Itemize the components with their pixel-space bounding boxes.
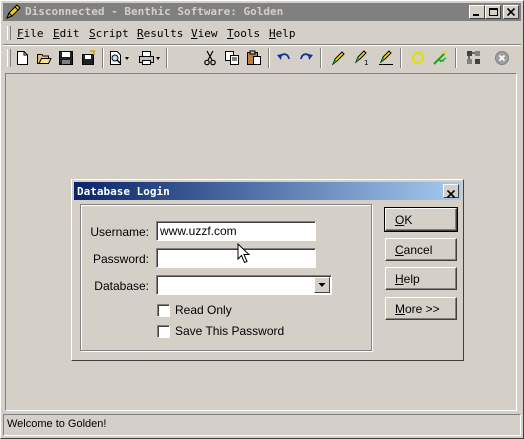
toolbar: 1 xyxy=(3,45,521,71)
save-icon[interactable] xyxy=(57,49,75,67)
undo-icon[interactable] xyxy=(275,49,293,67)
read-only-checkbox[interactable] xyxy=(157,304,170,317)
window-title: Disconnected - Benthic Software: Golden xyxy=(25,5,284,18)
help-button[interactable]: Help xyxy=(385,267,457,290)
save-password-checkbox[interactable] xyxy=(157,325,170,338)
commit-icon[interactable] xyxy=(409,49,427,67)
database-login-dialog: Database Login Username: www.uzzf.com Pa… xyxy=(71,179,464,361)
cancel-icon[interactable] xyxy=(493,49,511,67)
maximize-button[interactable] xyxy=(485,5,501,19)
copy-icon[interactable] xyxy=(223,49,241,67)
toolbar-separator xyxy=(102,48,104,68)
password-field[interactable] xyxy=(156,248,316,268)
dialog-titlebar[interactable]: Database Login xyxy=(74,182,461,200)
app-pencil-icon xyxy=(5,4,21,20)
database-combobox[interactable] xyxy=(156,275,332,295)
dialog-title: Database Login xyxy=(77,185,170,198)
print-preview-icon[interactable] xyxy=(107,49,133,67)
read-only-label[interactable]: Read Only xyxy=(175,303,232,317)
close-button[interactable] xyxy=(503,5,519,19)
paste-icon[interactable] xyxy=(245,49,263,67)
chevron-down-icon[interactable] xyxy=(314,277,330,293)
svg-text:1: 1 xyxy=(364,59,368,66)
menubar-grip xyxy=(7,26,11,40)
cancel-button[interactable]: Cancel xyxy=(385,238,457,261)
menu-edit[interactable]: Edit xyxy=(53,27,80,40)
more-button[interactable]: More >> xyxy=(385,297,457,320)
dialog-close-button[interactable] xyxy=(443,184,459,199)
menu-file[interactable]: File xyxy=(17,27,44,40)
save-password-label[interactable]: Save This Password xyxy=(175,324,284,338)
status-bar: Welcome to Golden! xyxy=(3,414,521,436)
toolbar-separator xyxy=(455,48,457,68)
schema-icon[interactable] xyxy=(465,49,483,67)
print-icon[interactable] xyxy=(137,49,163,67)
username-label: Username: xyxy=(90,225,149,239)
window-titlebar[interactable]: Disconnected - Benthic Software: Golden xyxy=(3,3,521,21)
menu-view[interactable]: View xyxy=(191,27,218,40)
mouse-pointer-icon xyxy=(237,243,251,264)
save-as-icon[interactable] xyxy=(79,49,97,67)
rollback-icon[interactable] xyxy=(431,49,449,67)
username-field[interactable]: www.uzzf.com xyxy=(156,221,316,241)
toolbar-grip xyxy=(7,49,11,67)
menu-tools[interactable]: Tools xyxy=(227,27,260,40)
redo-icon[interactable] xyxy=(297,49,315,67)
execute-step-icon[interactable]: 1 xyxy=(353,49,371,67)
toolbar-separator xyxy=(166,48,168,68)
cut-icon[interactable] xyxy=(201,49,219,67)
database-label: Database: xyxy=(94,279,149,293)
status-text: Welcome to Golden! xyxy=(7,418,107,430)
menubar: File Edit Script Results View Tools Help xyxy=(3,23,521,43)
toolbar-separator xyxy=(400,48,402,68)
execute-icon[interactable] xyxy=(329,49,347,67)
new-icon[interactable] xyxy=(13,49,31,67)
minimize-button[interactable] xyxy=(469,5,485,19)
toolbar-separator xyxy=(268,48,270,68)
toolbar-separator xyxy=(320,48,322,68)
open-icon[interactable] xyxy=(35,49,53,67)
explain-icon[interactable] xyxy=(377,49,395,67)
menu-help[interactable]: Help xyxy=(269,27,296,40)
ok-button[interactable]: OK xyxy=(384,207,458,232)
password-label: Password: xyxy=(92,252,149,266)
menu-results[interactable]: Results xyxy=(137,27,183,40)
menu-script[interactable]: Script xyxy=(89,27,129,40)
main-window: Disconnected - Benthic Software: Golden … xyxy=(0,0,524,439)
